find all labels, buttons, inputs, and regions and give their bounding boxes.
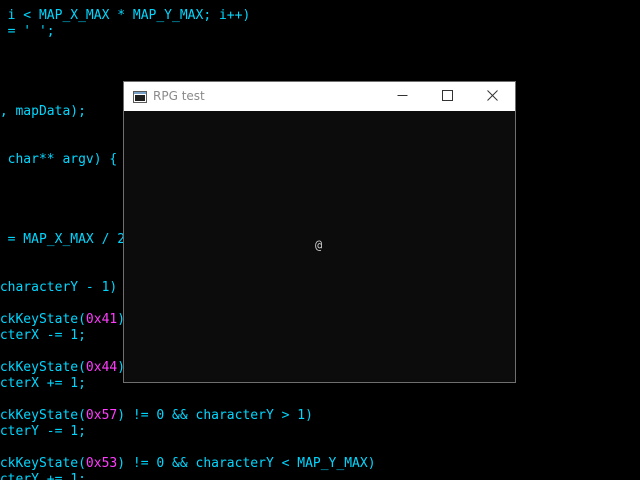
- code-line: cterY -= 1;: [0, 424, 86, 440]
- code-token: char** argv) {: [0, 152, 118, 167]
- code-line: = ' ';: [0, 24, 55, 40]
- code-token: cterY += 1;: [0, 472, 86, 480]
- code-token: ckKeyState(: [0, 360, 86, 375]
- code-token: ) != 0 && characterY < MAP_Y_MAX): [117, 456, 376, 471]
- code-number-literal: 0x57: [85, 408, 118, 423]
- code-line: cterY += 1;: [0, 472, 86, 480]
- rpg-test-window[interactable]: RPG test @: [123, 81, 516, 383]
- game-viewport[interactable]: @: [124, 111, 515, 382]
- code-token: ", mapData);: [0, 104, 86, 119]
- code-token: ) != 0 && characterY > 1): [117, 408, 313, 423]
- close-icon: [487, 88, 498, 106]
- code-line: ; i < MAP_X_MAX * MAP_Y_MAX; i++): [0, 8, 251, 24]
- console-app-icon: [133, 90, 147, 103]
- code-line: char** argv) {: [0, 152, 118, 168]
- code-token: cterX -= 1;: [0, 328, 86, 343]
- code-line: ckKeyState(0x41): [0, 312, 125, 328]
- code-token: ckKeyState(: [0, 456, 86, 471]
- code-number-literal: 0x44: [85, 360, 118, 375]
- code-token: ( = MAP_X_MAX / 2: [0, 232, 126, 247]
- code-line: cterX -= 1;: [0, 328, 86, 344]
- minimize-icon: [397, 88, 408, 106]
- code-line: ckKeyState(0x44): [0, 360, 125, 376]
- code-token: ; i < MAP_X_MAX * MAP_Y_MAX; i++): [0, 8, 251, 23]
- code-number-literal: 0x53: [85, 456, 118, 471]
- code-line: characterY - 1) =: [0, 280, 133, 296]
- minimize-button[interactable]: [380, 82, 425, 111]
- window-titlebar[interactable]: RPG test: [124, 82, 515, 111]
- code-token: cterX += 1;: [0, 376, 86, 391]
- code-token: ckKeyState(: [0, 312, 86, 327]
- close-button[interactable]: [470, 82, 515, 111]
- code-token: characterY - 1) =: [0, 280, 133, 295]
- code-token: cterY -= 1;: [0, 424, 86, 439]
- code-token: = ' ';: [7, 24, 55, 39]
- window-title: RPG test: [153, 89, 205, 103]
- player-character: @: [315, 238, 323, 252]
- code-line: ", mapData);: [0, 104, 86, 120]
- desktop: ; i < MAP_X_MAX * MAP_Y_MAX; i++) = ' ';…: [0, 0, 640, 480]
- code-line: ckKeyState(0x53) != 0 && characterY < MA…: [0, 456, 376, 472]
- code-number-literal: 0x41: [85, 312, 118, 327]
- maximize-icon: [442, 88, 453, 106]
- maximize-button[interactable]: [425, 82, 470, 111]
- code-token: ckKeyState(: [0, 408, 86, 423]
- code-line: cterX += 1;: [0, 376, 86, 392]
- code-line: ckKeyState(0x57) != 0 && characterY > 1): [0, 408, 313, 424]
- code-line: ( = MAP_X_MAX / 2: [0, 232, 125, 248]
